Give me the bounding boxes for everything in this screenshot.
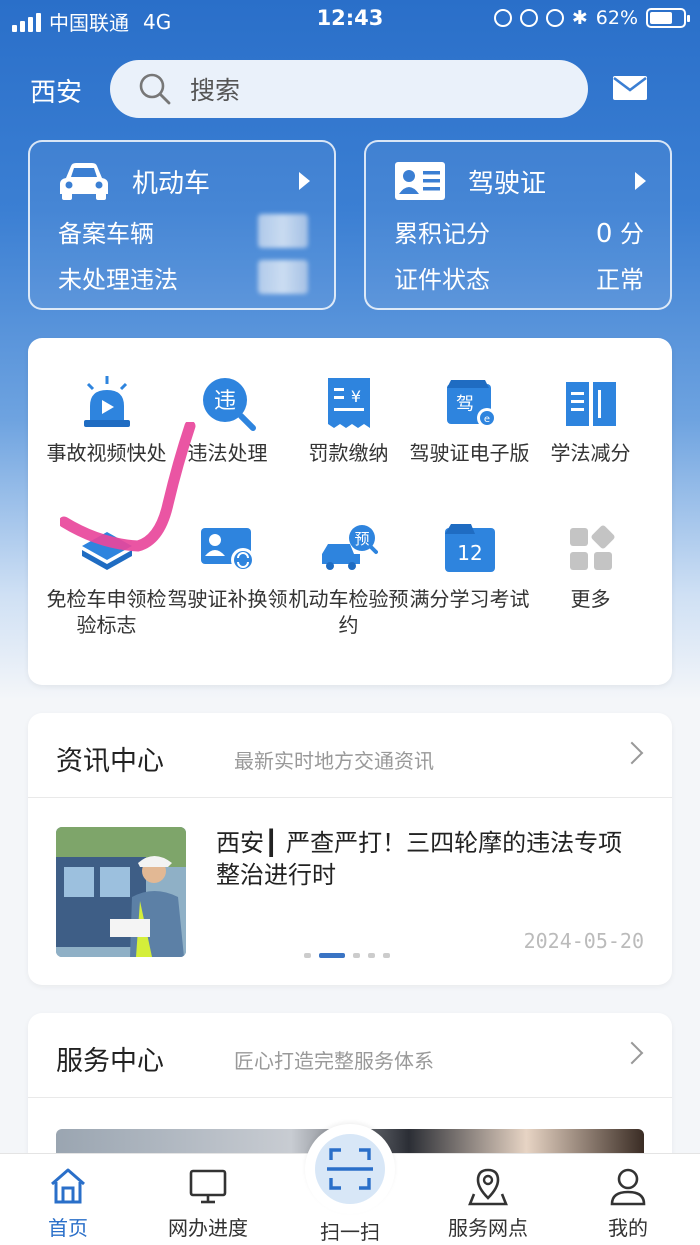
scan-icon (327, 1148, 373, 1190)
points-number: 0 (595, 219, 613, 249)
svg-text:驾: 驾 (456, 394, 474, 415)
service-full-score-exam[interactable]: 12 满分学习考试 (409, 520, 530, 612)
service-fine-payment[interactable]: ¥ 罚款缴纳 (288, 374, 409, 466)
vehicle-card-arrow-icon (299, 172, 310, 190)
accumulated-points-value: 0 分 (596, 214, 644, 249)
service-exempt-sticker[interactable]: 免检车申领检验标志 (46, 520, 167, 638)
vehicle-card[interactable]: 机动车 备案车辆 未处理违法 (28, 140, 336, 310)
unhandled-violations-value-redacted (258, 260, 308, 294)
news-article-title[interactable]: 西安┃ 严查严打！三四轮摩的违法专项整治进行时 (216, 827, 636, 891)
news-article-date: 2024-05-20 (523, 929, 644, 953)
service-label: 更多 (570, 587, 611, 611)
service-violation-handling[interactable]: 违 违法处理 (167, 374, 288, 466)
battery-icon (646, 8, 690, 28)
svg-text:违: 违 (213, 389, 235, 414)
points-unit: 分 (620, 220, 644, 248)
services-grid: 事故视频快处 违 违法处理 ¥ 罚款缴纳 驾 e 驾驶证电子版 学法减分 免检车… (28, 338, 672, 685)
svg-text:预: 预 (354, 530, 369, 548)
mail-icon[interactable] (612, 74, 648, 102)
service-center-title: 服务中心 (56, 1046, 164, 1077)
service-more-chevron-icon[interactable] (620, 1041, 644, 1065)
divider (28, 797, 672, 798)
user-icon (610, 1168, 646, 1206)
license-status-label: 证件状态 (394, 266, 490, 294)
service-label: 事故视频快处 (46, 441, 167, 465)
registered-vehicles-label: 备案车辆 (58, 220, 154, 248)
violation-search-icon: 违 (202, 378, 256, 431)
news-more-chevron-icon[interactable] (620, 741, 644, 765)
search-icon (139, 73, 171, 105)
license-card-arrow-icon (635, 172, 646, 190)
tab-progress[interactable]: 网办进度 (148, 1166, 268, 1241)
scan-button[interactable] (305, 1124, 395, 1214)
accumulated-points-label: 累积记分 (394, 220, 490, 248)
search-bar[interactable]: 搜索 (110, 60, 588, 118)
fine-receipt-icon: ¥ (327, 378, 370, 428)
news-thumbnail[interactable] (56, 827, 186, 957)
svg-text:12: 12 (457, 541, 482, 565)
police-photo-illustration (56, 827, 186, 957)
car-icon (60, 163, 108, 200)
status-bar: 中国联通 4G 12:43 ✱ 62% (0, 0, 700, 40)
carousel-indicator (304, 953, 390, 958)
tab-service-outlets[interactable]: 服务网点 (428, 1166, 548, 1241)
tab-mine[interactable]: 我的 (568, 1166, 688, 1241)
vehicle-card-title: 机动车 (132, 168, 211, 199)
license-card[interactable]: 驾驶证 累积记分 0 分 证件状态 正常 (364, 140, 672, 310)
service-label: 免检车申领检验标志 (46, 587, 167, 637)
service-label: 违法处理 (187, 441, 268, 465)
svg-text:e: e (483, 414, 489, 425)
siren-video-icon (83, 376, 130, 427)
news-center: 资讯中心 最新实时地方交通资讯 西安┃ 严查严打！三四轮摩的违法专项整治进行时 … (28, 713, 672, 985)
alarm-icon (545, 9, 564, 27)
exempt-sticker-icon (81, 532, 132, 570)
service-study-deduction[interactable]: 学法减分 (530, 374, 651, 466)
home-icon (51, 1168, 85, 1204)
service-label: 满分学习考试 (409, 587, 530, 611)
service-inspection-booking[interactable]: 预 机动车检验预约 (288, 520, 409, 638)
license-renew-icon (200, 528, 255, 572)
service-label: 驾驶证补换领 (167, 587, 288, 611)
svg-text:¥: ¥ (350, 387, 360, 406)
service-center-subtitle: 匠心打造完整服务体系 (234, 1049, 434, 1073)
monitor-icon (189, 1169, 227, 1204)
battery-percent: 62% (595, 7, 638, 29)
service-label: 学法减分 (550, 441, 631, 465)
service-more[interactable]: 更多 (530, 520, 651, 612)
tab-label: 网办进度 (168, 1216, 248, 1240)
tab-label: 我的 (608, 1216, 648, 1240)
book-icon (565, 382, 616, 426)
service-label: 驾驶证电子版 (409, 441, 530, 465)
service-license-renewal[interactable]: 驾驶证补换领 (167, 520, 288, 612)
search-placeholder: 搜索 (190, 76, 241, 105)
service-accident-video[interactable]: 事故视频快处 (46, 374, 167, 466)
service-e-license[interactable]: 驾 e 驾驶证电子版 (409, 374, 530, 466)
news-center-title: 资讯中心 (56, 746, 164, 777)
license-status-value: 正常 (596, 266, 644, 294)
service-label: 罚款缴纳 (308, 441, 389, 465)
divider (28, 1097, 672, 1098)
tab-label: 服务网点 (448, 1216, 528, 1240)
news-center-subtitle: 最新实时地方交通资讯 (234, 749, 434, 773)
inspection-booking-icon: 预 (321, 525, 378, 570)
rotation-lock-icon (493, 9, 512, 27)
calendar-exam-icon: 12 (444, 524, 495, 572)
map-pin-icon (468, 1168, 508, 1206)
scan-label[interactable]: 扫一扫 (290, 1216, 410, 1245)
tab-home[interactable]: 首页 (8, 1166, 128, 1241)
id-card-icon (395, 162, 445, 200)
location-icon (519, 9, 538, 27)
license-card-title: 驾驶证 (468, 168, 547, 199)
bluetooth-icon: ✱ (571, 7, 588, 29)
tab-label: 首页 (48, 1216, 88, 1240)
registered-vehicles-value-redacted (258, 214, 308, 248)
unhandled-violations-label: 未处理违法 (58, 266, 178, 294)
more-grid-icon (569, 525, 614, 570)
city-selector[interactable]: 西安 (30, 72, 82, 109)
e-license-icon: 驾 e (446, 380, 497, 428)
service-label: 机动车检验预约 (288, 587, 409, 637)
